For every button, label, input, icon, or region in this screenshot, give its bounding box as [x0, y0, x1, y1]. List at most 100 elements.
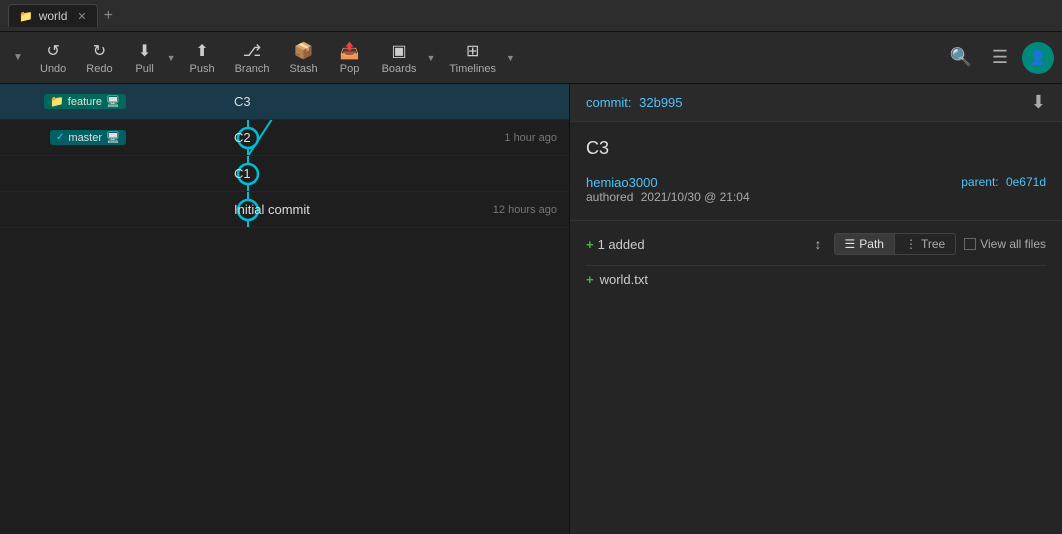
timelines-button[interactable]: ⊞ Timelines	[441, 37, 504, 79]
feature-branch-label[interactable]: 📁 feature 🖥	[44, 94, 126, 109]
pull-button[interactable]: ⬇ Pull	[125, 37, 165, 79]
undo-button[interactable]: ↺ Undo	[32, 37, 74, 79]
timelines-icon: ⊞	[466, 41, 479, 61]
graph-node-c1	[130, 156, 230, 191]
pull-icon: ⬇	[138, 41, 151, 61]
branch-label-area: 📁 feature 🖥	[0, 84, 130, 119]
branch-icon: ⎇	[243, 41, 261, 61]
commit-meta: hemiao3000 authored 2021/10/30 @ 21:04 p…	[586, 175, 1046, 204]
tab-folder-icon: 📁	[19, 10, 33, 23]
author-name: hemiao3000	[586, 175, 750, 190]
stash-group: 📦 Stash	[281, 37, 325, 79]
branch-folder-icon: 📁	[50, 95, 64, 108]
boards-group: ▣ Boards ▼	[374, 37, 438, 79]
pop-icon: 📤	[340, 41, 360, 61]
commit-hash-value: 32b995	[639, 95, 682, 110]
tab-close-button[interactable]: ✕	[77, 10, 86, 23]
feature-label: feature	[68, 96, 102, 108]
commit-time: 1 hour ago	[504, 132, 557, 144]
stash-icon: 📦	[294, 41, 314, 61]
avatar[interactable]: 👤	[1022, 42, 1054, 74]
boards-button[interactable]: ▣ Boards	[374, 37, 425, 79]
tree-view-label: Tree	[921, 237, 945, 251]
commit-info-c2: C2 1 hour ago	[230, 130, 569, 145]
main-content: 📁 feature 🖥 C3 ✓ mas	[0, 84, 1062, 534]
download-button[interactable]: ⬇	[1031, 92, 1046, 113]
authored-date: authored 2021/10/30 @ 21:04	[586, 190, 750, 204]
added-count-label: 1 added	[598, 237, 645, 252]
commit-header: commit: 32b995 ⬇	[570, 84, 1062, 122]
commit-author: hemiao3000 authored 2021/10/30 @ 21:04	[586, 175, 750, 204]
commit-row[interactable]: C1	[0, 156, 569, 192]
files-controls: ↕ ☰ Path ⋮ Tree View all files	[811, 233, 1047, 255]
authored-label: authored	[586, 190, 633, 204]
branch-button[interactable]: ⎇ Branch	[227, 37, 278, 79]
check-icon: ✓	[56, 132, 64, 143]
graph-node-initial	[130, 192, 230, 227]
file-item[interactable]: + world.txt	[586, 265, 1046, 293]
commit-detail-panel: commit: 32b995 ⬇ C3 hemiao3000 authored …	[570, 84, 1062, 534]
master-branch-label[interactable]: ✓ master 🖥	[50, 130, 126, 145]
timelines-dropdown-arrow[interactable]: ▼	[504, 51, 517, 65]
sort-button[interactable]: ↕	[811, 234, 826, 254]
view-all-label[interactable]: View all files	[964, 237, 1046, 251]
toolbar: ▼ ↺ Undo ↻ Redo ⬇ Pull ▼ ⬆ Push ⎇ Branch	[0, 32, 1062, 84]
path-view-button[interactable]: ☰ Path	[835, 234, 894, 254]
files-added-count: + 1 added	[586, 237, 645, 252]
world-tab[interactable]: 📁 world ✕	[8, 4, 98, 27]
hamburger-icon: ☰	[992, 47, 1008, 67]
path-view-icon: ☰	[845, 237, 856, 251]
tree-view-button[interactable]: ⋮ Tree	[894, 234, 955, 254]
authored-date-value: 2021/10/30 @ 21:04	[641, 190, 750, 204]
commit-title: C3	[586, 138, 1046, 159]
commit-row[interactable]: 📁 feature 🖥 C3	[0, 84, 569, 120]
branch-label-area	[0, 192, 130, 227]
commit-info-c1: C1	[230, 166, 569, 181]
files-section: + 1 added ↕ ☰ Path ⋮ Tree	[570, 221, 1062, 305]
new-tab-button[interactable]: +	[98, 7, 119, 25]
pull-dropdown-arrow[interactable]: ▼	[165, 51, 178, 65]
toolbar-right: 🔍 ☰ 👤	[943, 42, 1054, 74]
commit-parent: parent: 0e671d	[961, 175, 1046, 189]
pull-group: ⬇ Pull ▼	[125, 37, 178, 79]
commit-message: Initial commit	[234, 202, 310, 217]
commit-hash-label: commit: 32b995	[586, 95, 683, 110]
path-view-label: Path	[859, 237, 884, 251]
redo-button[interactable]: ↻ Redo	[78, 37, 120, 79]
stash-button[interactable]: 📦 Stash	[281, 37, 325, 79]
nav-dropdown-button[interactable]: ▼	[8, 48, 28, 67]
branch-group: ⎇ Branch	[227, 37, 278, 79]
parent-hash: 0e671d	[1006, 175, 1046, 189]
redo-icon: ↻	[93, 41, 106, 61]
parent-label: parent:	[961, 175, 998, 189]
file-list: + world.txt	[586, 265, 1046, 293]
boards-dropdown-arrow[interactable]: ▼	[424, 51, 437, 65]
commit-message: C1	[234, 166, 251, 181]
branch-label-area: ✓ master 🖥	[0, 120, 130, 155]
menu-button[interactable]: ☰	[986, 43, 1014, 72]
commit-message: C3	[234, 94, 251, 109]
undo-icon: ↺	[46, 41, 59, 61]
tab-label: world	[39, 9, 68, 23]
undo-group: ↺ Undo	[32, 37, 74, 79]
search-button[interactable]: 🔍	[943, 43, 977, 72]
avatar-icon: 👤	[1029, 49, 1046, 66]
commit-label: commit:	[586, 95, 632, 110]
push-button[interactable]: ⬆ Push	[182, 37, 223, 79]
graph-area: 📁 feature 🖥 C3 ✓ mas	[0, 84, 569, 228]
view-all-text: View all files	[980, 237, 1046, 251]
view-all-checkbox[interactable]	[964, 238, 976, 250]
push-group: ⬆ Push	[182, 37, 223, 79]
branch-monitor-icon: 🖥	[106, 95, 120, 108]
master-monitor-icon: 🖥	[106, 131, 120, 144]
commit-row[interactable]: Initial commit 12 hours ago	[0, 192, 569, 228]
pop-button[interactable]: 📤 Pop	[330, 37, 370, 79]
added-plus-icon: +	[586, 237, 594, 252]
commit-details: C3 hemiao3000 authored 2021/10/30 @ 21:0…	[570, 122, 1062, 221]
commit-row[interactable]: ✓ master 🖥 C2 1 hour ago	[0, 120, 569, 156]
tree-view-icon: ⋮	[905, 237, 917, 251]
graph-node-c2	[130, 120, 230, 155]
commit-info-c3: C3	[230, 94, 569, 109]
push-icon: ⬆	[195, 41, 208, 61]
commit-graph-panel: 📁 feature 🖥 C3 ✓ mas	[0, 84, 570, 534]
